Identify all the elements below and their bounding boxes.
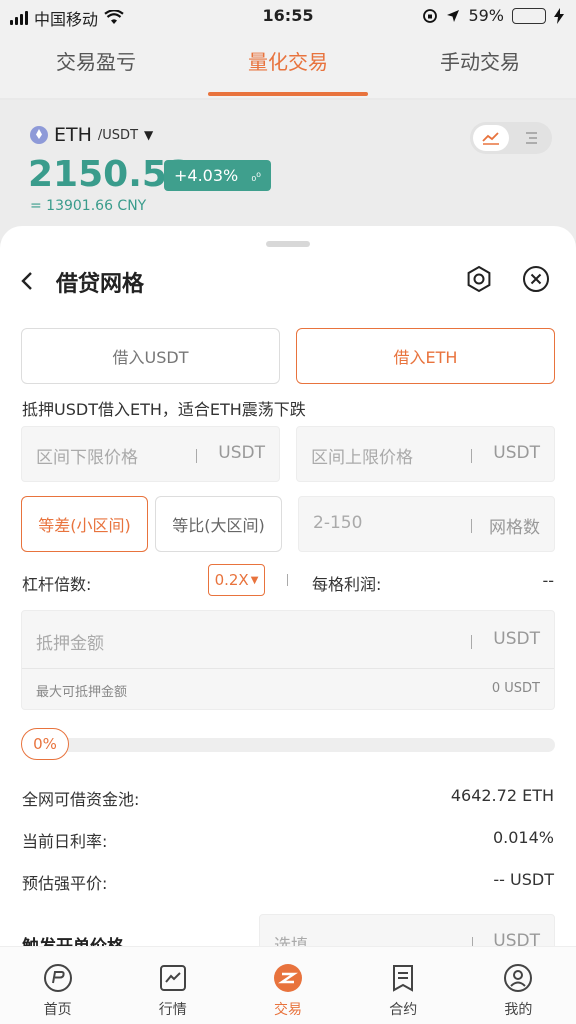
nav-profile-label: 我的 [504, 1002, 533, 1018]
tab-trade-pnl[interactable]: 交易盈亏 [0, 32, 192, 98]
arithmetic-mode-button[interactable]: 等差(小区间) [21, 496, 148, 552]
orientation-lock-icon [423, 8, 438, 23]
lending-grid-sheet: 借贷网格 借入USDT 借入ETH 抵押USDT借入ETH，适合ETH震荡下跌 … [0, 226, 576, 946]
field-divider [471, 635, 472, 649]
trigger-price-placeholder: 选填 [274, 936, 308, 946]
upper-price-unit: USDT [493, 443, 540, 463]
nav-market[interactable]: 行情 [115, 947, 230, 1024]
grid-count-placeholder: 2-150 [313, 513, 363, 533]
borrow-eth-button[interactable]: 借入ETH [296, 328, 555, 384]
leverage-select[interactable]: 0.2X ▼ [208, 564, 265, 596]
trigger-price-unit: USDT [493, 931, 540, 946]
market-header: ETH/USDT ▼ 2150.53 +4.03% ₀⁰ = 13901.66 … [0, 100, 576, 240]
geometric-mode-button[interactable]: 等比(大区间) [155, 496, 282, 552]
list-icon [526, 132, 537, 144]
collateral-slider[interactable]: 0% [21, 728, 555, 760]
liquidation-label: 预估强平价: [22, 874, 108, 893]
leverage-dropdown-icon: ▼ [250, 574, 259, 586]
battery-icon [512, 7, 546, 24]
sheet-title: 借贷网格 [56, 272, 145, 297]
pair-selector[interactable]: ETH/USDT ▼ [30, 124, 153, 146]
sheet-grabber[interactable] [266, 241, 310, 247]
price-change-badge: +4.03% ₀⁰ [164, 160, 271, 191]
sheet-header: 借贷网格 [0, 264, 576, 297]
nav-trade-label: 交易 [274, 1002, 302, 1018]
collateral-placeholder: 抵押金额 [36, 634, 104, 654]
leverage-divider [287, 574, 288, 586]
change-toggle-icon: ₀⁰ [251, 170, 261, 184]
nav-contract-label: 合约 [389, 1002, 418, 1018]
profit-per-grid-value: -- [542, 571, 554, 590]
location-icon [447, 9, 460, 22]
price-change: +4.03% [174, 166, 239, 185]
top-tabs: 交易盈亏 量化交易 手动交易 [0, 32, 576, 98]
status-bar: 中国移动 16:55 59% [0, 0, 576, 32]
max-collateral-label: 最大可抵押金额 [36, 685, 128, 700]
daily-rate-row: 当前日利率: 0.014% [22, 828, 554, 852]
field-divider [471, 449, 472, 463]
eth-coin-icon [30, 126, 48, 144]
battery-percent: 59% [468, 6, 504, 25]
tab-quant-trade[interactable]: 量化交易 [192, 32, 384, 98]
field-divider [196, 449, 197, 463]
slider-percent: 0% [33, 735, 57, 753]
collateral-unit: USDT [493, 629, 540, 649]
nav-market-label: 行情 [158, 1002, 187, 1018]
strategy-description: 抵押USDT借入ETH，适合ETH震荡下跌 [22, 400, 306, 419]
chart-view-button[interactable] [473, 125, 509, 151]
settings-icon[interactable] [464, 264, 494, 294]
slider-thumb[interactable]: 0% [21, 728, 69, 760]
back-icon[interactable] [18, 266, 36, 296]
max-collateral-value: 0 USDT [491, 681, 540, 696]
liquidation-row: 预估强平价: -- USDT [22, 870, 554, 894]
grid-count-input[interactable]: 2-150 网格数 [298, 496, 555, 552]
nav-home-label: 首页 [43, 1002, 72, 1018]
leverage-value: 0.2X [214, 571, 249, 589]
collateral-input[interactable]: 抵押金额 USDT 最大可抵押金额 0 USDT [21, 610, 555, 710]
bottom-nav: 首页 行情 交易 合约 我的 [0, 946, 576, 1024]
slider-track [31, 738, 555, 752]
borrow-usdt-button[interactable]: 借入USDT [21, 328, 280, 384]
leverage-label: 杠杆倍数: [22, 575, 92, 594]
pair-base: ETH [54, 124, 92, 146]
home-icon [43, 963, 73, 993]
chart-toggle [470, 122, 552, 154]
lower-price-placeholder: 区间下限价格 [36, 448, 138, 468]
lower-price-input[interactable]: 区间下限价格 USDT [21, 426, 280, 482]
lend-pool-label: 全网可借资金池: [22, 790, 140, 809]
daily-rate-value: 0.014% [492, 828, 554, 847]
collateral-divider [22, 668, 554, 669]
field-divider [472, 937, 473, 946]
liquidation-value: -- USDT [493, 870, 554, 889]
price-cny: = 13901.66 CNY [30, 198, 147, 214]
nav-home[interactable]: 首页 [0, 947, 115, 1024]
field-divider [471, 519, 472, 533]
tab-manual-trade[interactable]: 手动交易 [384, 32, 576, 98]
close-icon[interactable] [521, 264, 551, 294]
contract-icon [388, 963, 418, 993]
nav-contract[interactable]: 合约 [346, 947, 461, 1024]
charging-icon [554, 7, 564, 24]
trigger-price-label: 触发开单价格 [22, 932, 124, 946]
list-view-button[interactable] [513, 125, 549, 151]
profile-icon [503, 963, 533, 993]
lower-price-unit: USDT [218, 443, 265, 463]
nav-trade[interactable]: 交易 [230, 947, 345, 1024]
grid-count-unit: 网格数 [489, 518, 540, 538]
upper-price-placeholder: 区间上限价格 [311, 448, 413, 468]
upper-price-input[interactable]: 区间上限价格 USDT [296, 426, 555, 482]
daily-rate-label: 当前日利率: [22, 832, 108, 851]
dropdown-icon: ▼ [144, 128, 154, 142]
status-right: 59% [422, 6, 564, 25]
lend-pool-row: 全网可借资金池: 4642.72 ETH [22, 786, 554, 810]
pair-quote: /USDT [97, 127, 139, 143]
market-chart-icon [158, 963, 188, 993]
nav-profile[interactable]: 我的 [461, 947, 576, 1024]
line-chart-icon [482, 132, 499, 145]
lend-pool-value: 4642.72 ETH [450, 786, 554, 805]
profit-per-grid-label: 每格利润: [312, 575, 382, 594]
trade-icon [273, 963, 303, 993]
trigger-price-input[interactable]: 选填 USDT [259, 914, 555, 946]
